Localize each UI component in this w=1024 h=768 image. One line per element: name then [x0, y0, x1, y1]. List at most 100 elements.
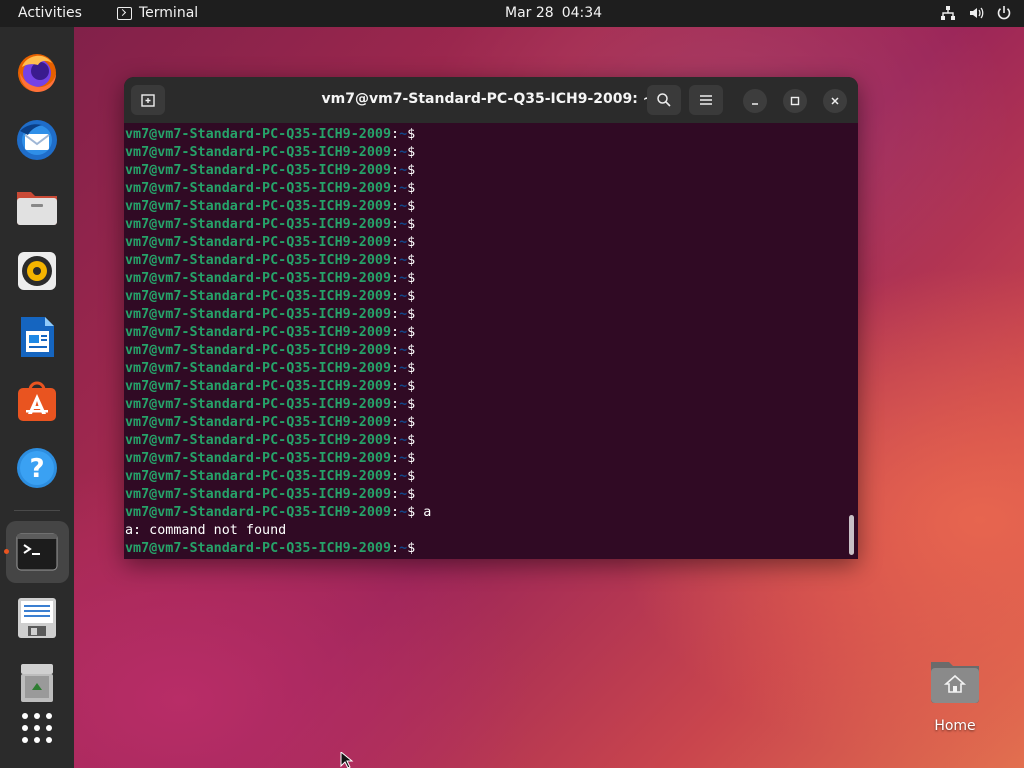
prompt-user: vm7@vm7-Standard-PC-Q35-ICH9-2009 — [125, 343, 392, 358]
prompt-user: vm7@vm7-Standard-PC-Q35-ICH9-2009 — [125, 217, 392, 232]
terminal-prompt-line: vm7@vm7-Standard-PC-Q35-ICH9-2009:~$ — [125, 216, 858, 234]
terminal-output[interactable]: vm7@vm7-Standard-PC-Q35-ICH9-2009:~$ vm7… — [124, 123, 858, 559]
prompt-symbol: $ — [407, 127, 416, 142]
software-icon — [18, 381, 56, 421]
dock-item-help[interactable]: ? — [14, 445, 60, 491]
prompt-path: ~ — [399, 289, 408, 304]
terminal-prompt-line: vm7@vm7-Standard-PC-Q35-ICH9-2009:~$ — [125, 486, 858, 504]
terminal-prompt-line: vm7@vm7-Standard-PC-Q35-ICH9-2009:~$ a — [125, 504, 858, 522]
prompt-symbol: $ — [407, 343, 416, 358]
prompt-symbol: $ — [407, 433, 416, 448]
dock-item-rhythmbox[interactable] — [14, 248, 60, 294]
prompt-path: ~ — [399, 163, 408, 178]
prompt-separator: : — [391, 379, 400, 394]
terminal-scrollbar[interactable] — [849, 515, 854, 555]
search-icon — [657, 93, 671, 107]
clock-date: Mar 28 — [505, 5, 554, 21]
terminal-prompt-line: vm7@vm7-Standard-PC-Q35-ICH9-2009:~$ — [125, 144, 858, 162]
prompt-path: ~ — [399, 397, 408, 412]
clock[interactable]: Mar 28 04:34 — [505, 5, 602, 21]
volume-icon[interactable] — [968, 5, 984, 21]
dock-item-software[interactable] — [14, 379, 60, 425]
prompt-symbol: $ — [407, 541, 416, 556]
prompt-separator: : — [391, 397, 400, 412]
prompt-user: vm7@vm7-Standard-PC-Q35-ICH9-2009 — [125, 199, 392, 214]
maximize-button[interactable] — [783, 89, 807, 113]
prompt-separator: : — [391, 199, 400, 214]
dock-item-trash[interactable] — [14, 660, 60, 706]
prompt-separator: : — [391, 163, 400, 178]
prompt-symbol: $ — [407, 397, 416, 412]
prompt-separator: : — [391, 217, 400, 232]
power-icon[interactable] — [996, 5, 1012, 21]
prompt-user: vm7@vm7-Standard-PC-Q35-ICH9-2009 — [125, 127, 392, 142]
dock: ? — [0, 27, 74, 768]
home-label: Home — [934, 718, 976, 734]
terminal-prompt-line: vm7@vm7-Standard-PC-Q35-ICH9-2009:~$ — [125, 540, 858, 558]
prompt-symbol: $ — [407, 253, 416, 268]
firefox-icon — [18, 54, 56, 92]
thunderbird-icon — [17, 120, 57, 160]
prompt-path: ~ — [399, 325, 408, 340]
terminal-titlebar[interactable]: vm7@vm7-Standard-PC-Q35-ICH9-2009: ~ — [124, 77, 858, 123]
prompt-separator: : — [391, 145, 400, 160]
network-icon[interactable] — [940, 5, 956, 21]
prompt-separator: : — [391, 361, 400, 376]
prompt-user: vm7@vm7-Standard-PC-Q35-ICH9-2009 — [125, 289, 392, 304]
prompt-user: vm7@vm7-Standard-PC-Q35-ICH9-2009 — [125, 379, 392, 394]
svg-text:?: ? — [29, 454, 44, 484]
top-bar: Activities Terminal Mar 28 04:34 — [0, 0, 1024, 27]
terminal-app-icon — [117, 6, 132, 20]
text-editor-icon — [18, 598, 56, 638]
terminal-output-line: a: command not found — [125, 523, 287, 538]
dock-item-files[interactable] — [14, 183, 60, 229]
prompt-separator: : — [391, 469, 400, 484]
prompt-path: ~ — [399, 361, 408, 376]
prompt-path: ~ — [399, 451, 408, 466]
prompt-symbol: $ — [407, 163, 416, 178]
prompt-symbol: $ — [407, 235, 416, 250]
prompt-symbol: $ — [407, 469, 416, 484]
prompt-user: vm7@vm7-Standard-PC-Q35-ICH9-2009 — [125, 235, 392, 250]
prompt-path: ~ — [399, 343, 408, 358]
close-button[interactable] — [823, 89, 847, 113]
prompt-user: vm7@vm7-Standard-PC-Q35-ICH9-2009 — [125, 505, 392, 520]
prompt-separator: : — [391, 289, 400, 304]
prompt-path: ~ — [399, 199, 408, 214]
dock-item-writer[interactable] — [14, 314, 60, 360]
desktop-home-icon[interactable]: Home — [919, 656, 991, 734]
prompt-path: ~ — [399, 181, 408, 196]
dock-item-show-applications[interactable] — [14, 705, 60, 751]
terminal-prompt-line: vm7@vm7-Standard-PC-Q35-ICH9-2009:~$ — [125, 450, 858, 468]
activities-button[interactable]: Activities — [18, 5, 82, 21]
prompt-symbol: $ — [407, 451, 416, 466]
hamburger-menu-icon — [700, 95, 712, 105]
prompt-symbol: $ — [407, 217, 416, 232]
terminal-prompt-line: vm7@vm7-Standard-PC-Q35-ICH9-2009:~$ — [125, 288, 858, 306]
prompt-path: ~ — [399, 271, 408, 286]
terminal-prompt-line: vm7@vm7-Standard-PC-Q35-ICH9-2009:~$ — [125, 396, 858, 414]
menu-button[interactable] — [689, 85, 723, 115]
prompt-user: vm7@vm7-Standard-PC-Q35-ICH9-2009 — [125, 469, 392, 484]
search-button[interactable] — [647, 85, 681, 115]
prompt-separator: : — [391, 541, 400, 556]
terminal-prompt-line: vm7@vm7-Standard-PC-Q35-ICH9-2009:~$ — [125, 234, 858, 252]
dock-item-text-editor[interactable] — [14, 595, 60, 641]
terminal-prompt-line: vm7@vm7-Standard-PC-Q35-ICH9-2009:~$ — [125, 360, 858, 378]
system-tray[interactable] — [940, 5, 1012, 21]
prompt-symbol: $ — [407, 145, 416, 160]
dock-item-firefox[interactable] — [14, 49, 60, 95]
prompt-path: ~ — [399, 217, 408, 232]
prompt-path: ~ — [399, 433, 408, 448]
dock-item-thunderbird[interactable] — [14, 117, 60, 163]
prompt-path: ~ — [399, 487, 408, 502]
prompt-symbol: $ — [407, 379, 416, 394]
dock-item-terminal[interactable] — [14, 529, 60, 575]
minimize-button[interactable] — [743, 89, 767, 113]
prompt-user: vm7@vm7-Standard-PC-Q35-ICH9-2009 — [125, 271, 392, 286]
prompt-symbol: $ — [407, 487, 416, 502]
prompt-user: vm7@vm7-Standard-PC-Q35-ICH9-2009 — [125, 451, 392, 466]
app-menu[interactable]: Terminal — [117, 5, 198, 21]
trash-icon — [21, 664, 53, 702]
terminal-window[interactable]: vm7@vm7-Standard-PC-Q35-ICH9-2009: ~ vm7… — [124, 77, 858, 559]
